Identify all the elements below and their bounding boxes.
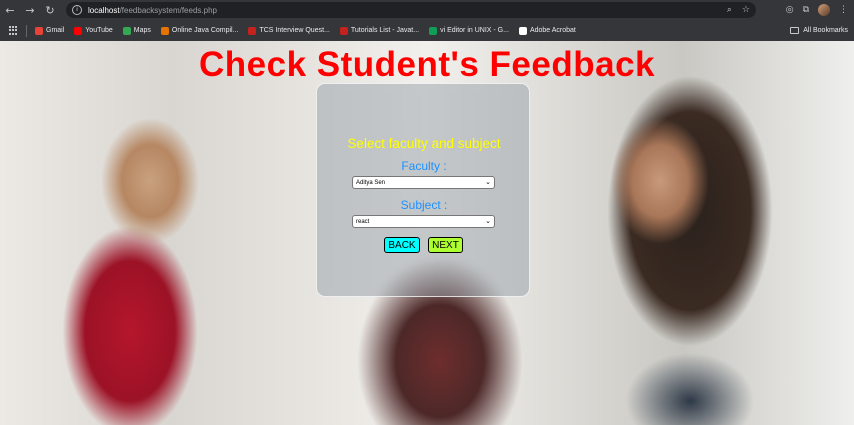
bookmark-label: Online Java Compil... [171, 27, 239, 34]
chevron-down-icon: ⌄ [485, 178, 491, 186]
extension-icon[interactable]: ◎ [786, 5, 794, 15]
next-button[interactable]: NEXT [428, 237, 463, 253]
bookmark-label: Tutorials List - Javat... [350, 27, 420, 34]
bookmark-item[interactable]: vi Editor in UNIX - G... [429, 26, 509, 35]
all-bookmarks-button[interactable]: All Bookmarks [790, 20, 848, 41]
chevron-down-icon: ⌄ [485, 217, 491, 225]
bookmarks-bar: Gmail YouTube Maps Online Java Compil... TCS… [0, 20, 854, 41]
subject-select[interactable]: react ⌄ [352, 215, 495, 228]
puzzle-icon[interactable]: ⧉ [803, 5, 809, 15]
subject-label: Subject : [400, 198, 448, 212]
page-title: Check Student's Feedback [198, 45, 655, 84]
bookmark-favicon-icon [518, 26, 527, 35]
apps-grid-icon[interactable] [9, 26, 18, 35]
bookmark-label: Maps [133, 27, 151, 34]
forward-arrow-icon[interactable]: → [20, 0, 40, 20]
url-path: /feedbacksystem/feeds.php [119, 5, 217, 15]
bookmark-label: vi Editor in UNIX - G... [440, 27, 509, 34]
back-arrow-icon[interactable]: ← [0, 0, 20, 20]
bookmark-favicon-icon [74, 26, 83, 35]
all-bookmarks-label: All Bookmarks [803, 27, 848, 34]
folder-icon [790, 27, 800, 34]
faculty-label: Faculty : [401, 159, 447, 173]
bookmark-favicon-icon [35, 26, 43, 35]
bookmark-item[interactable]: Adobe Acrobat [518, 26, 576, 35]
panel-heading: Select faculty and subject [347, 136, 501, 151]
url-host: localhost [88, 5, 120, 15]
bookmark-label: YouTube [85, 27, 113, 34]
page-background: Check Student's Feedback Select faculty … [0, 41, 854, 425]
bookmark-item[interactable]: Gmail [35, 26, 65, 35]
faculty-select-value: Aditya Sen [356, 179, 386, 186]
back-button[interactable]: BACK [384, 237, 420, 253]
bookmark-favicon-icon [429, 26, 438, 35]
bookmark-favicon-icon [160, 26, 169, 35]
faculty-select[interactable]: Aditya Sen ⌄ [352, 176, 495, 189]
selection-panel: Select faculty and subject Faculty : Adi… [316, 83, 530, 297]
bookmark-favicon-icon [122, 26, 131, 35]
address-bar[interactable]: i localhost/feedbacksystem/feeds.php ⌕ ☆ [66, 2, 756, 18]
zoom-icon[interactable]: ⌕ [727, 5, 732, 15]
bookmarks-separator [26, 24, 27, 37]
menu-kebab-icon[interactable]: ⋮ [839, 5, 848, 15]
browser-toolbar: ← → ↻ i localhost/feedbacksystem/feeds.p… [0, 0, 854, 20]
bookmark-item[interactable]: Online Java Compil... [160, 26, 239, 35]
bookmark-item[interactable]: TCS Interview Quest... [248, 26, 330, 35]
site-info-icon[interactable]: i [72, 5, 82, 15]
reload-icon[interactable]: ↻ [40, 0, 60, 20]
bookmarks-list: Gmail YouTube Maps Online Java Compil... TCS… [35, 26, 586, 35]
subject-select-value: react [356, 218, 370, 225]
bookmark-item[interactable]: Maps [122, 26, 151, 35]
bookmark-star-icon[interactable]: ☆ [742, 5, 750, 15]
bookmark-favicon-icon [339, 26, 348, 35]
bookmark-label: TCS Interview Quest... [259, 27, 330, 34]
bookmark-favicon-icon [248, 26, 257, 35]
bookmark-item[interactable]: Tutorials List - Javat... [339, 26, 420, 35]
profile-avatar[interactable] [818, 4, 830, 16]
bookmark-item[interactable]: YouTube [74, 26, 113, 35]
bookmark-label: Adobe Acrobat [529, 27, 576, 34]
bookmark-label: Gmail [46, 27, 65, 34]
